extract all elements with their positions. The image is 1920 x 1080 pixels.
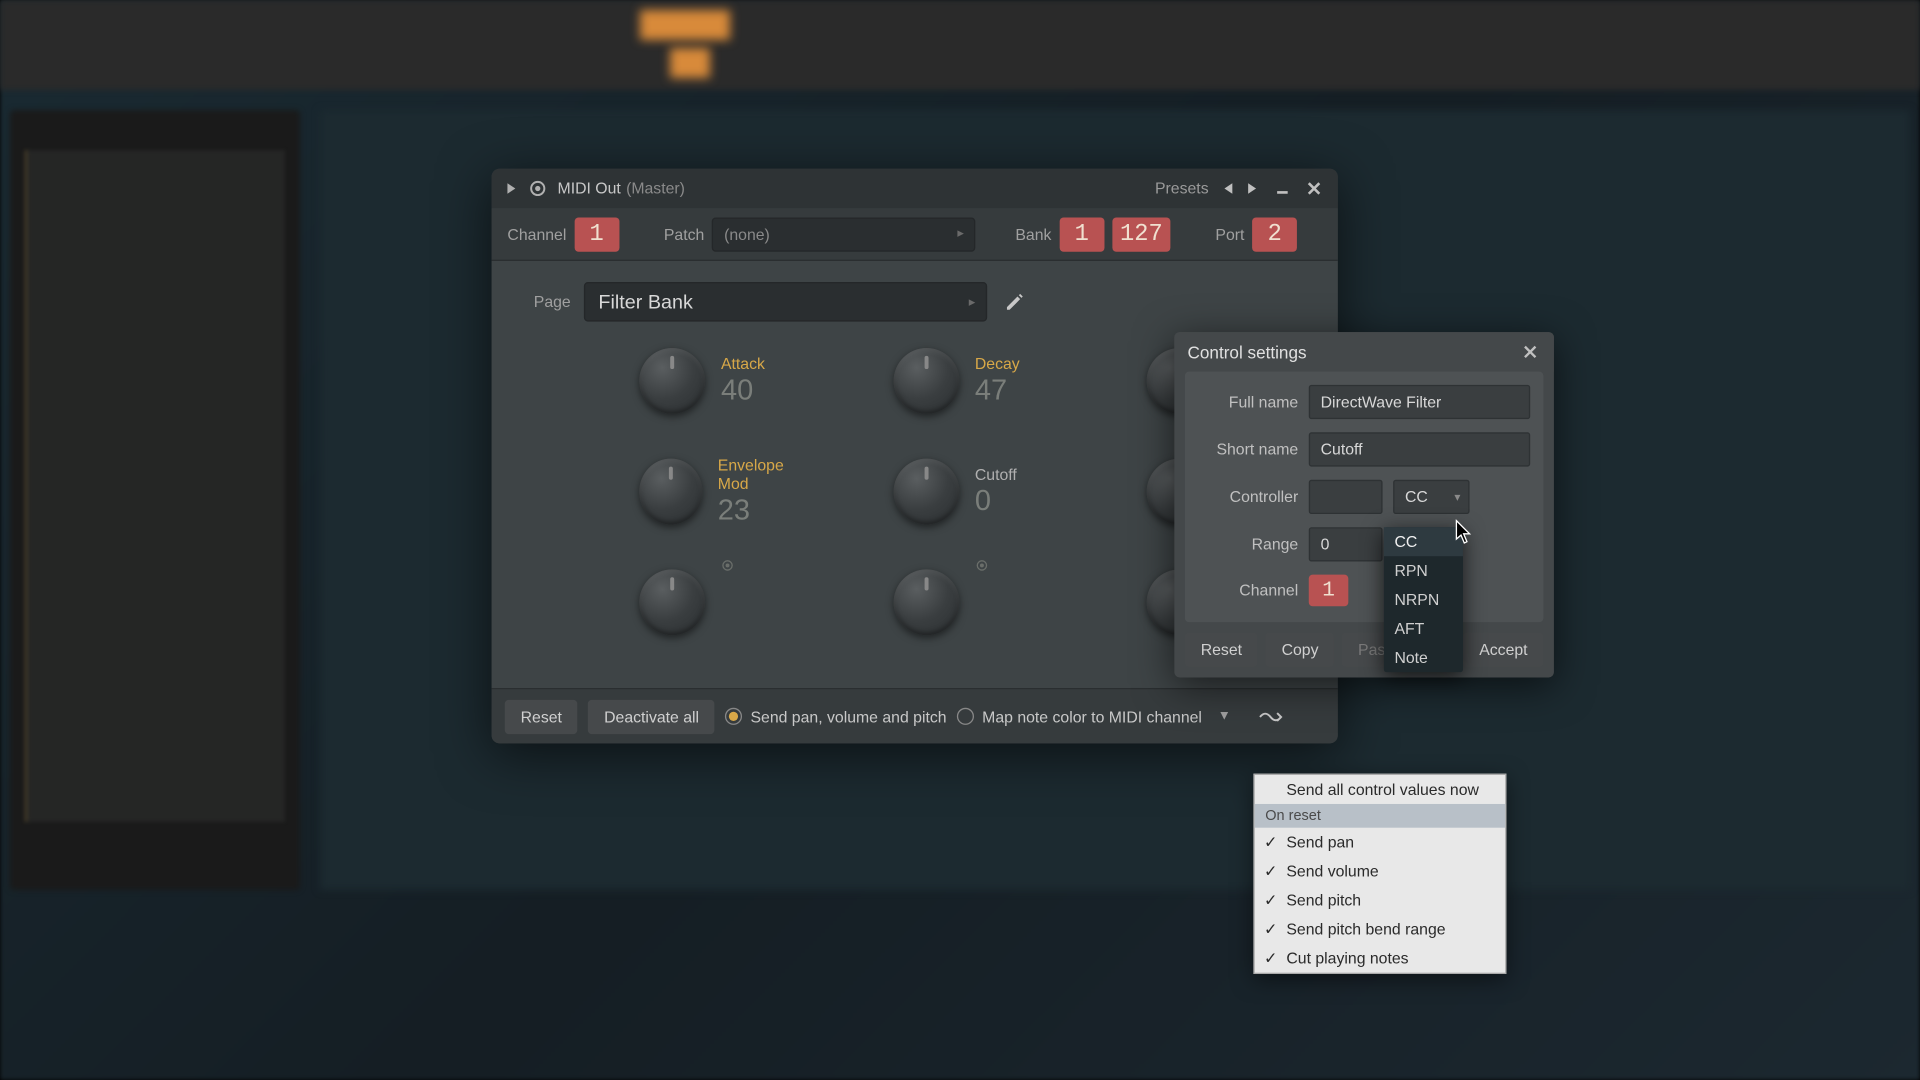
knob-attack-dial[interactable] — [639, 348, 705, 414]
bank-lsb-value[interactable]: 127 — [1112, 217, 1171, 251]
ctrl-accept-button[interactable]: Accept — [1463, 633, 1543, 667]
channel-value[interactable]: 1 — [574, 217, 619, 251]
fullname-input[interactable]: DirectWave Filter — [1309, 385, 1530, 419]
ctrl-body: Full name DirectWave Filter Short name C… — [1185, 372, 1543, 622]
menu-arrow-icon[interactable] — [502, 179, 520, 197]
ctx-send-pan[interactable]: Send pan — [1255, 828, 1505, 857]
dd-item-rpn[interactable]: RPN — [1384, 556, 1463, 585]
map-note-label: Map note color to MIDI channel — [982, 707, 1202, 725]
preset-prev-button[interactable] — [1218, 178, 1239, 199]
knob-label: Envelope Mod — [718, 456, 814, 493]
ctrl-channel-value[interactable]: 1 — [1309, 575, 1349, 607]
ctx-send-volume[interactable]: Send volume — [1255, 857, 1505, 886]
knob-dial[interactable] — [893, 569, 959, 635]
shortname-label: Short name — [1198, 440, 1298, 458]
footer-dropdown-icon[interactable]: ▼ — [1218, 709, 1231, 723]
ctx-on-reset-header: On reset — [1255, 804, 1505, 828]
ctrl-title: Control settings — [1188, 342, 1307, 362]
knob-label: Cutoff — [975, 465, 1017, 483]
send-now-icon[interactable] — [1257, 707, 1283, 725]
knob-envelope-mod: Envelope Mod 23 — [639, 456, 814, 527]
knob-attack: Attack 40 — [639, 348, 814, 414]
reset-button[interactable]: Reset — [505, 699, 578, 733]
knob-decay-dial[interactable] — [893, 348, 959, 414]
knob-value: 40 — [721, 373, 765, 407]
send-pvp-label: Send pan, volume and pitch — [750, 707, 946, 725]
map-note-radio[interactable]: Map note color to MIDI channel — [957, 707, 1202, 725]
window-title: MIDI Out — [558, 179, 621, 197]
controller-num-input[interactable] — [1309, 480, 1383, 514]
midi-titlebar[interactable]: MIDI Out (Master) Presets — [492, 169, 1338, 209]
bank-label: Bank — [1015, 225, 1051, 243]
ctx-send-pitch[interactable]: Send pitch — [1255, 886, 1505, 915]
patch-value: (none) — [724, 225, 770, 243]
knob-value: 47 — [975, 373, 1020, 407]
bank-msb-value[interactable]: 1 — [1059, 217, 1104, 251]
edit-icon[interactable] — [1000, 287, 1029, 316]
channel-label: Channel — [507, 225, 566, 243]
page-selector[interactable]: Filter Bank — [584, 282, 987, 322]
preset-next-button[interactable] — [1242, 178, 1263, 199]
ctx-send-pitch-bend-range[interactable]: Send pitch bend range — [1255, 915, 1505, 944]
patch-selector[interactable]: (none) — [712, 217, 976, 251]
midi-footer: Reset Deactivate all Send pan, volume an… — [492, 688, 1338, 743]
midi-top-row: Channel 1 Patch (none) Bank 1 127 Port 2 — [492, 208, 1338, 261]
window-subtitle: (Master) — [626, 179, 685, 197]
range-label: Range — [1198, 535, 1298, 553]
knob-envmod-dial[interactable] — [639, 459, 702, 525]
ctx-send-all-now[interactable]: Send all control values now — [1255, 775, 1505, 804]
send-context-menu: Send all control values now On reset Sen… — [1253, 774, 1506, 974]
ctrl-footer: Reset Copy Paste Accept — [1174, 622, 1554, 677]
knob-cutoff-dial[interactable] — [893, 459, 959, 525]
knob-label: Decay — [975, 355, 1020, 373]
ctrl-reset-button[interactable]: Reset — [1185, 633, 1258, 667]
port-value[interactable]: 2 — [1252, 217, 1297, 251]
presets-label[interactable]: Presets — [1155, 179, 1209, 197]
send-pvp-radio[interactable]: Send pan, volume and pitch — [725, 707, 946, 725]
knob-value: 0 — [975, 484, 1017, 518]
range-input[interactable]: 0 — [1309, 527, 1383, 561]
ctrl-titlebar[interactable]: Control settings — [1174, 332, 1554, 372]
radio-icon — [957, 708, 974, 725]
page-label: Page — [534, 293, 571, 311]
knob-empty — [893, 569, 1068, 635]
knob-empty — [639, 569, 814, 635]
port-label: Port — [1215, 225, 1244, 243]
ctrl-close-button[interactable] — [1520, 341, 1541, 362]
ctrl-channel-label: Channel — [1198, 581, 1298, 599]
controller-type-dropdown: CC RPN NRPN AFT Note — [1384, 527, 1463, 672]
deactivate-all-button[interactable]: Deactivate all — [588, 699, 715, 733]
ctx-cut-playing-notes[interactable]: Cut playing notes — [1255, 944, 1505, 973]
shortname-input[interactable]: Cutoff — [1309, 432, 1530, 466]
dd-item-cc[interactable]: CC — [1384, 527, 1463, 556]
control-settings-dialog: Control settings Full name DirectWave Fi… — [1174, 332, 1554, 677]
knob-decay: Decay 47 — [893, 348, 1068, 414]
radio-icon — [725, 708, 742, 725]
ctrl-copy-button[interactable]: Copy — [1266, 633, 1335, 667]
knob-dial[interactable] — [639, 569, 705, 635]
settings-gear-icon[interactable] — [529, 179, 547, 197]
knob-gear-icon[interactable] — [721, 559, 737, 575]
page-row: Page Filter Bank — [507, 282, 1322, 322]
minimize-button[interactable] — [1269, 175, 1295, 201]
knob-label: Attack — [721, 355, 765, 373]
dd-item-nrpn[interactable]: NRPN — [1384, 585, 1463, 614]
close-button[interactable] — [1301, 175, 1327, 201]
page-value: Filter Bank — [598, 291, 693, 313]
dd-item-note[interactable]: Note — [1384, 643, 1463, 672]
controller-label: Controller — [1198, 488, 1298, 506]
controller-type-select[interactable]: CC — [1393, 480, 1469, 514]
knob-gear-icon[interactable] — [975, 559, 991, 575]
knob-cutoff: Cutoff 0 — [893, 456, 1068, 527]
dd-item-aft[interactable]: AFT — [1384, 614, 1463, 643]
patch-label: Patch — [664, 225, 704, 243]
fullname-label: Full name — [1198, 393, 1298, 411]
knob-value: 23 — [718, 493, 814, 527]
